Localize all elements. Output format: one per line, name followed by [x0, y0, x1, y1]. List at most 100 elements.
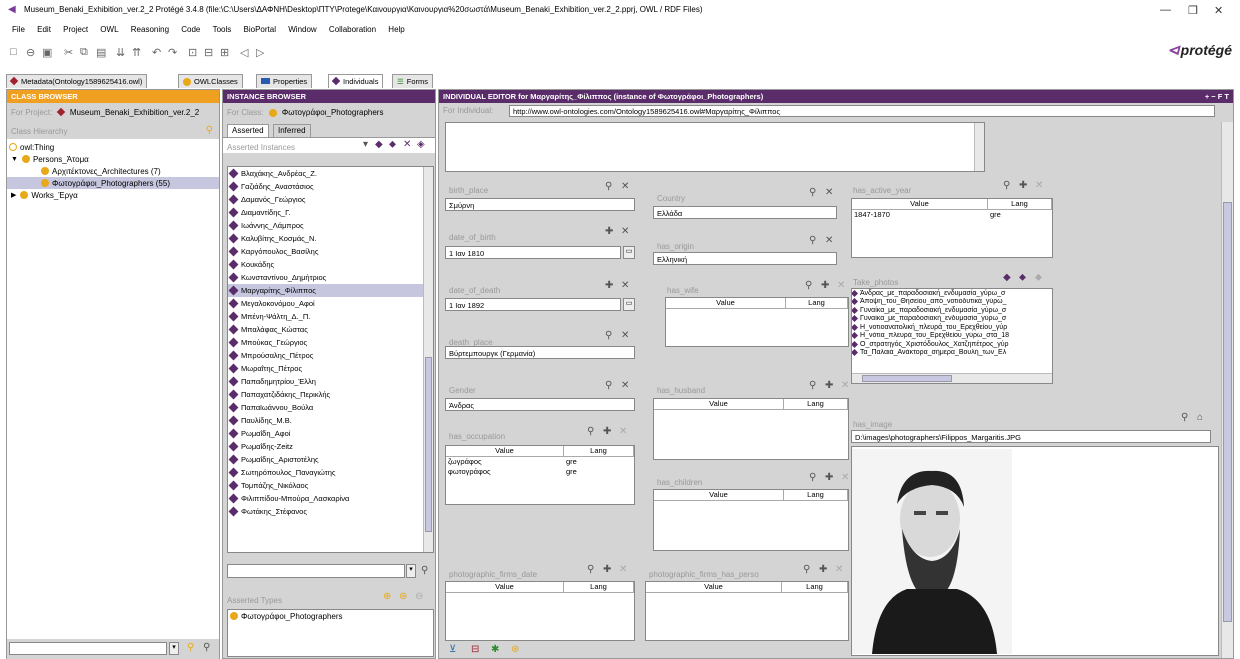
- list-item[interactable]: Καλυβίτης_Κοσμάς_Ν.: [228, 232, 423, 245]
- remove-icon[interactable]: ✕: [619, 564, 627, 575]
- add-icon[interactable]: ✚: [819, 564, 827, 575]
- menu-reasoning[interactable]: Reasoning: [129, 25, 169, 34]
- remove-annotation-icon[interactable]: ⊟: [471, 644, 479, 655]
- list-item[interactable]: Ρωμαΐδης_Αριστοτέλης: [228, 453, 423, 466]
- list-item[interactable]: Η_νοτιοανατολική_πλευρά_του_Ερεχθείου_γύ…: [852, 323, 1052, 332]
- tree-node-architectures[interactable]: Αρχιτέκτονες_Architectures (7): [7, 165, 219, 177]
- tab-owlclasses[interactable]: OWLClasses: [178, 74, 243, 88]
- list-item[interactable]: Ιωάννης_Λάμπρος: [228, 219, 423, 232]
- close-button[interactable]: ✕: [1214, 4, 1223, 17]
- date-of-birth-field[interactable]: 1 Ιαν 1810: [445, 246, 621, 259]
- dropdown-icon[interactable]: ▾: [363, 139, 368, 150]
- find-icon[interactable]: ⚲: [1003, 180, 1010, 191]
- minimize-button[interactable]: —: [1160, 4, 1171, 16]
- tab-inferred[interactable]: Inferred: [273, 124, 311, 137]
- copy-instance-icon[interactable]: ⬥: [389, 139, 396, 150]
- menu-code[interactable]: Code: [179, 25, 200, 34]
- list-item[interactable]: Ρωμαΐδης-Zeitz: [228, 440, 423, 453]
- delete-instance-icon[interactable]: ✕: [403, 139, 411, 150]
- list-item[interactable]: Ρωμαΐδη_Αφοί: [228, 427, 423, 440]
- find-icon[interactable]: ⚲: [809, 235, 816, 246]
- remove-icon[interactable]: ✕: [841, 380, 849, 391]
- add-icon[interactable]: ✚: [603, 564, 611, 575]
- list-item[interactable]: Μπένη-Ψάλτη_Δ._Π.: [228, 310, 423, 323]
- table-row[interactable]: 1847-1870 gre: [852, 210, 1052, 220]
- create-instance-icon[interactable]: ◆: [375, 139, 383, 150]
- create-icon[interactable]: ✱: [491, 644, 499, 655]
- tree-node-persons[interactable]: ▼ Persons_Άτομα: [7, 153, 219, 165]
- find-icon[interactable]: ⚲: [809, 187, 816, 198]
- gender-field[interactable]: Άνδρας: [445, 398, 635, 411]
- list-item[interactable]: Παπαδημητρίου_Έλλη: [228, 375, 423, 388]
- expand-icon[interactable]: ▼: [11, 156, 18, 163]
- scroll-thumb[interactable]: [425, 357, 432, 532]
- add-icon[interactable]: ✚: [605, 280, 613, 291]
- undo-icon[interactable]: ↶: [152, 46, 161, 59]
- tab-forms[interactable]: ☰ Forms: [392, 74, 433, 88]
- save-icon[interactable]: ▣: [42, 46, 52, 59]
- take-photos-hscrollbar[interactable]: [852, 373, 1052, 383]
- table-row[interactable]: φωτογράφος gre: [446, 467, 634, 477]
- back-icon[interactable]: ◁: [240, 46, 248, 59]
- list-item-selected[interactable]: Μαργαρίτης_Φίλιππος: [228, 284, 423, 297]
- menu-tools[interactable]: Tools: [211, 25, 232, 34]
- menu-project[interactable]: Project: [61, 25, 88, 34]
- remove-icon[interactable]: ✕: [621, 181, 629, 192]
- redo-icon[interactable]: ↷: [168, 46, 177, 59]
- list-item[interactable]: Σωτηρόπουλος_Παναγιώτης: [228, 466, 423, 479]
- calendar-icon[interactable]: ▭: [623, 298, 635, 311]
- find-icon[interactable]: ⚲: [587, 426, 594, 437]
- calendar-icon[interactable]: ▭: [623, 246, 635, 259]
- add-icon[interactable]: ✚: [825, 380, 833, 391]
- list-item[interactable]: Μωραΐτης_Πέτρος: [228, 362, 423, 375]
- menu-edit[interactable]: Edit: [35, 25, 51, 34]
- copy-icon[interactable]: ⧉: [80, 46, 88, 59]
- remove-icon[interactable]: ✕: [621, 330, 629, 341]
- forward-icon[interactable]: ▷: [256, 46, 264, 59]
- comment-area[interactable]: [445, 122, 985, 172]
- menu-file[interactable]: File: [10, 25, 25, 34]
- search-dropdown-icon[interactable]: ▾: [169, 642, 179, 655]
- list-item[interactable]: Παπαϊωάννου_Βούλα: [228, 401, 423, 414]
- menu-help[interactable]: Help: [386, 25, 404, 34]
- find-icon[interactable]: ⚲: [809, 472, 816, 483]
- date-of-death-field[interactable]: 1 Ιαν 1892: [445, 298, 621, 311]
- list-item[interactable]: Ο_στρατηγός_Χριστόδουλος_Χατζηπέτρος_γύρ: [852, 340, 1052, 349]
- find-icon[interactable]: ⚲: [809, 380, 816, 391]
- find-icon[interactable]: ⚲: [803, 564, 810, 575]
- list-item[interactable]: Γυναίκα_με_παραδοσιακή_ενδυμασία_γύρω_σ: [852, 306, 1052, 315]
- add-icon[interactable]: ✚: [821, 280, 829, 291]
- remove-instance-icon[interactable]: ⬥: [1035, 272, 1042, 283]
- add-annotation-icon[interactable]: ⊻: [449, 644, 456, 655]
- list-item[interactable]: Τομπάζης_Νικόλαος: [228, 479, 423, 492]
- query-icon[interactable]: ⊡: [188, 46, 197, 59]
- list-item[interactable]: Τα_Παλαιά_Ανάκτορα_σήμερα_Βουλή_των_Ελ: [852, 349, 1052, 358]
- instance-icon[interactable]: ⊞: [220, 46, 229, 59]
- open-file-icon[interactable]: ⊖: [26, 46, 35, 59]
- editor-controls[interactable]: + − F T: [1205, 92, 1229, 101]
- find-icon[interactable]: ⚲: [587, 564, 594, 575]
- collapse-icon[interactable]: ▶: [11, 191, 16, 199]
- add-icon[interactable]: ✚: [603, 426, 611, 437]
- menu-bioportal[interactable]: BioPortal: [242, 25, 276, 34]
- editor-scrollbar[interactable]: [1221, 122, 1233, 658]
- find-class-icon[interactable]: ⚲: [206, 125, 213, 136]
- more-icon[interactable]: ◈: [417, 139, 425, 150]
- class-search-input[interactable]: [9, 642, 167, 655]
- add-icon[interactable]: ✚: [1019, 180, 1027, 191]
- tab-asserted[interactable]: Asserted: [227, 124, 269, 137]
- instance-list-scrollbar[interactable]: [423, 167, 433, 552]
- create-class-icon[interactable]: ⊛: [511, 644, 519, 655]
- instance-search-dropdown-icon[interactable]: ▾: [406, 564, 416, 578]
- remove-icon[interactable]: ✕: [619, 426, 627, 437]
- list-item[interactable]: Μεγαλοκονόμου_Αφοί: [228, 297, 423, 310]
- remove-icon[interactable]: ✕: [837, 280, 845, 291]
- home-icon[interactable]: ⌂: [1197, 412, 1203, 423]
- add-instance-icon[interactable]: ◆: [1003, 272, 1011, 283]
- list-item[interactable]: Μπαλάφας_Κώστας: [228, 323, 423, 336]
- list-item[interactable]: Άνδρας_με_παραδοσιακή_ενδυμασία_γύρω_σ: [852, 289, 1052, 298]
- find-icon[interactable]: ⚲: [805, 280, 812, 291]
- list-item[interactable]: Γυναίκα_με_παραδοσιακή_ενδυμασία_γύρω_σ: [852, 315, 1052, 324]
- remove-icon[interactable]: ✕: [825, 235, 833, 246]
- find-icon[interactable]: ⚲: [605, 330, 612, 341]
